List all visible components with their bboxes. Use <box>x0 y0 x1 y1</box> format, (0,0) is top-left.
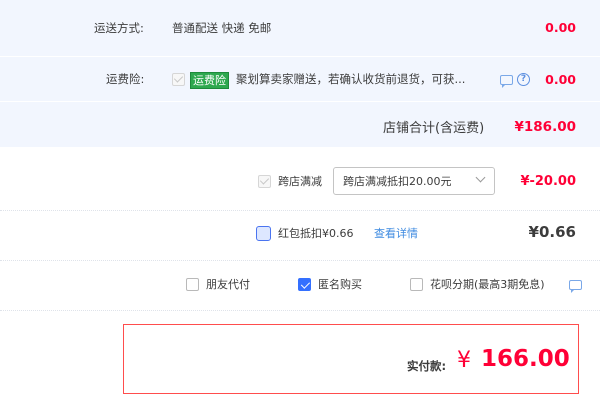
insurance-label: 运费险: <box>106 72 145 86</box>
comment-icon[interactable] <box>569 280 582 293</box>
insurance-description: 聚划算卖家赠送，若确认收货前退货，可获... <box>236 72 466 86</box>
red-packet-amount: ¥0.66 <box>528 223 576 241</box>
anonymous-checkbox[interactable] <box>298 278 311 291</box>
comment-icon[interactable] <box>500 75 513 88</box>
insurance-price: 0.00 <box>545 72 576 87</box>
huabei-label: 花呗分期(最高3期免息) <box>430 278 545 291</box>
red-packet-details-link[interactable]: 查看详情 <box>374 228 418 239</box>
red-packet-checkbox[interactable] <box>256 226 271 241</box>
store-total-amount: ¥186.00 <box>514 119 577 135</box>
cross-store-checkbox[interactable] <box>258 175 271 188</box>
divider <box>0 101 600 102</box>
cross-store-select-value: 跨店满减抵扣20.00元 <box>343 175 452 188</box>
chevron-down-icon <box>475 172 486 183</box>
shipping-method-value: 普通配送 快递 免邮 <box>172 21 272 35</box>
currency-symbol: ¥ <box>457 348 471 373</box>
divider <box>0 210 600 211</box>
shipping-price: 0.00 <box>545 20 576 35</box>
cross-store-label: 跨店满减 <box>278 175 322 188</box>
divider <box>0 56 600 57</box>
insurance-checkbox[interactable] <box>172 73 185 86</box>
insurance-badge: 运费险 <box>190 72 229 89</box>
payment-summary-box: 实付款: ¥ 166.00 <box>123 324 579 394</box>
divider <box>0 260 600 261</box>
red-packet-label: 红包抵扣¥0.66 <box>278 227 354 240</box>
store-total-label: 店铺合计(含运费) <box>383 121 485 136</box>
cross-store-select[interactable]: 跨店满减抵扣20.00元 <box>333 167 495 195</box>
cross-store-amount: ¥-20.00 <box>520 174 576 189</box>
divider <box>0 310 600 311</box>
help-icon[interactable]: ? <box>517 73 530 86</box>
anonymous-label: 匿名购买 <box>318 278 362 291</box>
friend-pay-checkbox[interactable] <box>186 278 199 291</box>
payment-label: 实付款: <box>407 359 447 373</box>
shipping-method-label: 运送方式: <box>94 21 144 35</box>
huabei-checkbox[interactable] <box>410 278 423 291</box>
payment-amount: 166.00 <box>481 346 570 372</box>
friend-pay-label: 朋友代付 <box>206 278 250 291</box>
